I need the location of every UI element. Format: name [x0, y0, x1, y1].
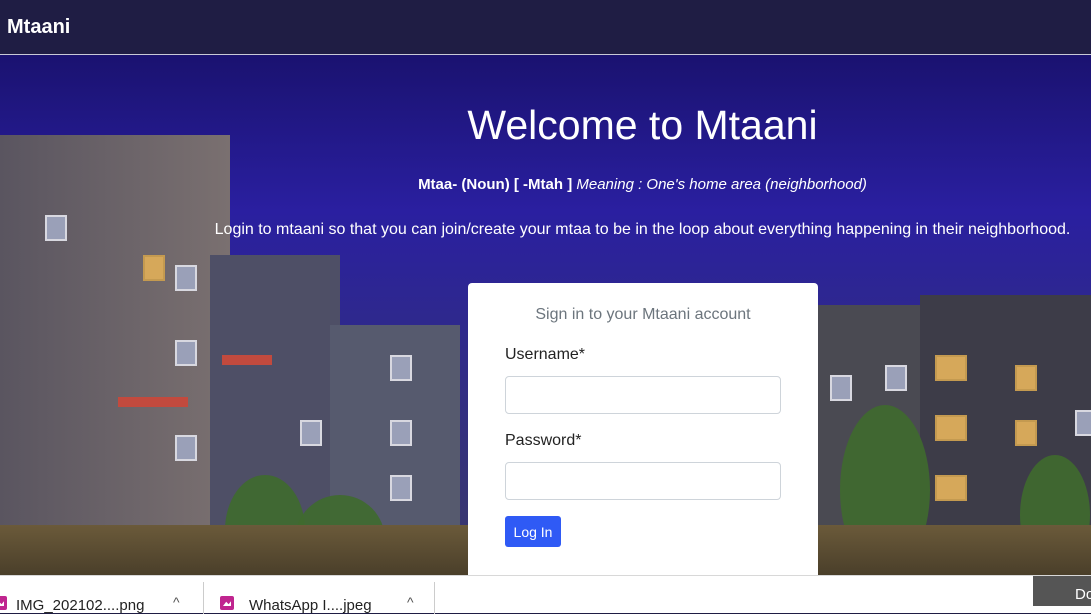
window	[830, 375, 852, 401]
window	[1015, 420, 1037, 446]
page-title: Welcome to Mtaani	[467, 102, 818, 148]
chevron-up-icon[interactable]: ^	[407, 594, 414, 610]
intro-text: Login to mtaani so that you can join/cre…	[214, 221, 1071, 238]
meaning-term: Mtaa- (Noun) [ -Mtah ]	[418, 176, 573, 193]
brand-logo[interactable]: Mtaani	[7, 16, 70, 39]
show-all-button[interactable]: Do	[1033, 576, 1091, 606]
window	[390, 475, 412, 501]
username-label: Username*	[505, 346, 586, 363]
window	[143, 255, 165, 281]
download-item[interactable]: IMG_202102....png ^	[0, 576, 203, 614]
image-file-icon	[220, 596, 234, 610]
chevron-up-icon[interactable]: ^	[173, 594, 180, 610]
navbar: Mtaani	[0, 0, 1091, 55]
window	[1015, 365, 1037, 391]
login-card: Sign in to your Mtaani account Username*…	[468, 283, 818, 583]
download-filename: WhatsApp I....jpeg	[249, 597, 372, 614]
download-filename: IMG_202102....png	[16, 597, 145, 614]
window	[1075, 410, 1091, 436]
login-button[interactable]: Log In	[505, 516, 561, 547]
window	[885, 365, 907, 391]
password-label: Password*	[505, 432, 582, 449]
window	[935, 475, 967, 501]
username-input[interactable]	[505, 376, 781, 414]
login-card-title: Sign in to your Mtaani account	[535, 306, 751, 323]
balcony	[118, 397, 188, 407]
image-file-icon	[0, 596, 7, 610]
word-meaning: Mtaa- (Noun) [ -Mtah ] Meaning : One's h…	[0, 176, 1091, 193]
balcony	[222, 355, 272, 365]
window	[175, 340, 197, 366]
password-input[interactable]	[505, 462, 781, 500]
window	[300, 420, 322, 446]
downloads-bar: IMG_202102....png ^ WhatsApp I....jpeg ^…	[0, 575, 1091, 614]
window	[175, 265, 197, 291]
window	[935, 415, 967, 441]
window	[390, 355, 412, 381]
window	[390, 420, 412, 446]
window	[935, 355, 967, 381]
download-item[interactable]: WhatsApp I....jpeg ^	[204, 576, 434, 614]
meaning-definition: Meaning : One's home area (neighborhood)	[576, 176, 867, 193]
divider	[434, 582, 435, 614]
window	[175, 435, 197, 461]
